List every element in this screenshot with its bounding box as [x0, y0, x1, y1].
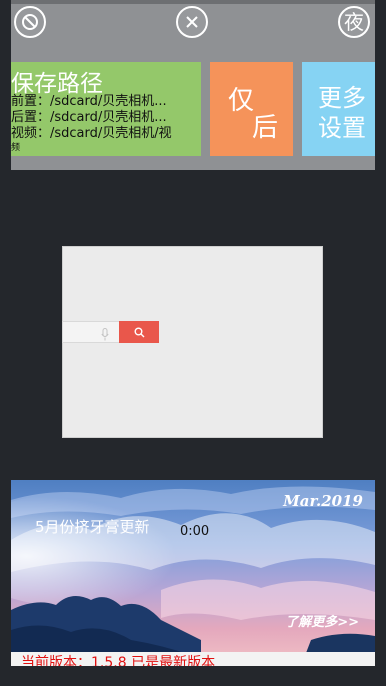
video-time: 0:00 — [180, 524, 210, 539]
learn-more-link[interactable]: 了解更多>> — [285, 611, 359, 630]
search-button[interactable] — [119, 321, 159, 343]
banner-title: 5月份挤牙膏更新 — [35, 518, 150, 536]
only-back-label-line1: 仅 — [228, 86, 255, 116]
update-banner[interactable]: Mar.2019 5月份挤牙膏更新 0:00 了解更多>> 当前版本：1.5.8… — [11, 480, 375, 666]
video-path: 视频：/sdcard/贝壳相机/视 — [11, 126, 172, 141]
block-icon — [21, 13, 39, 31]
mic-icon[interactable] — [101, 326, 109, 345]
version-text: 当前版本：1.5.8 已是最新版本 — [21, 655, 216, 666]
search-input[interactable] — [62, 321, 119, 343]
night-mode-button[interactable]: 夜 — [338, 6, 370, 38]
close-button[interactable] — [176, 6, 208, 38]
block-button[interactable] — [14, 6, 46, 38]
back-camera-path: 后置：/sdcard/贝壳相机... — [11, 110, 167, 125]
search-icon — [134, 323, 145, 342]
more-settings-line2: 设置 — [318, 114, 366, 142]
only-back-camera-button[interactable]: 仅 后 — [210, 62, 293, 156]
front-camera-path: 前置：/sdcard/贝壳相机... — [11, 94, 167, 109]
video-path-overflow: 频 — [11, 143, 21, 153]
save-path-title: 保存路径 — [11, 71, 103, 97]
only-back-label-line2: 后 — [252, 113, 279, 143]
panel-top-edge — [11, 0, 375, 4]
more-settings-button[interactable]: 更多 设置 — [302, 62, 375, 156]
banner-signature: Mar.2019 — [283, 492, 363, 510]
version-bar: 当前版本：1.5.8 已是最新版本 — [11, 652, 375, 666]
close-icon — [184, 14, 200, 30]
save-path-card[interactable]: 保存路径 前置：/sdcard/贝壳相机... 后置：/sdcard/贝壳相机.… — [11, 62, 201, 156]
night-mode-label: 夜 — [344, 10, 364, 34]
camera-settings-panel: 夜 保存路径 前置：/sdcard/贝壳相机... 后置：/sdcard/贝壳相… — [11, 0, 375, 170]
web-search-card — [62, 246, 323, 438]
